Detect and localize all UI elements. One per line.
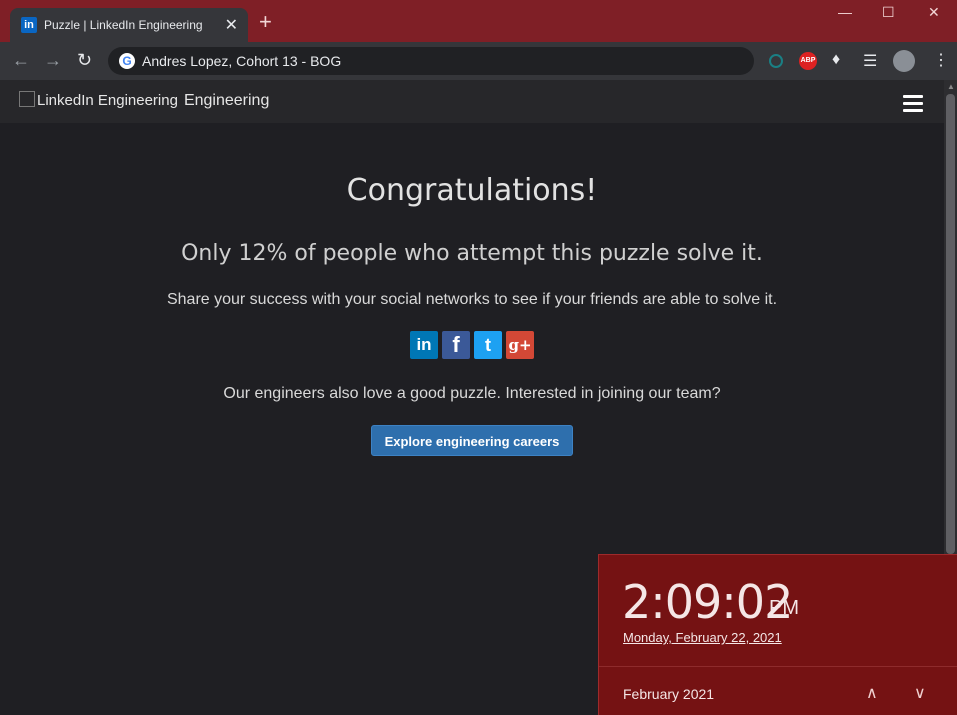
close-tab-icon[interactable]: ✕ <box>225 15 238 35</box>
maximize-icon[interactable]: ☐ <box>882 4 895 21</box>
browser-menu-icon[interactable]: ⋮ <box>933 50 949 70</box>
clock-ampm: PM <box>769 597 799 619</box>
google-plus-share-icon[interactable]: g+ <box>506 331 534 359</box>
calendar-month[interactable]: February 2021 <box>623 686 714 702</box>
browser-toolbar: ← → ↻ G Andres Lopez, Cohort 13 - BOG AB… <box>0 42 957 80</box>
clock-date-link[interactable]: Monday, February 22, 2021 <box>623 630 782 645</box>
media-queue-icon[interactable]: ☰ <box>863 51 877 71</box>
next-month-chevron-icon[interactable]: ∨ <box>914 683 926 703</box>
close-window-icon[interactable]: ✕ <box>928 4 940 21</box>
browser-titlebar: in Puzzle | LinkedIn Engineering ✕ + — ☐… <box>0 0 957 42</box>
clock-time: 2:09:02 <box>622 575 793 629</box>
back-icon[interactable]: ← <box>12 50 30 71</box>
hamburger-menu-icon[interactable] <box>903 95 923 116</box>
clock-divider <box>599 666 957 667</box>
tab-title: Puzzle | LinkedIn Engineering <box>44 18 203 32</box>
previous-month-chevron-icon[interactable]: ∧ <box>866 683 878 703</box>
twitter-share-icon[interactable]: t <box>474 331 502 359</box>
site-logo[interactable]: LinkedIn Engineering Engineering <box>19 91 269 110</box>
success-rate-subheading: Only 12% of people who attempt this puzz… <box>181 241 763 266</box>
extension-circle-icon[interactable] <box>769 54 783 68</box>
reload-icon[interactable]: ↻ <box>77 50 92 71</box>
google-icon: G <box>119 53 135 69</box>
congrats-heading: Congratulations! <box>346 173 598 208</box>
adblock-icon[interactable]: ABP <box>799 52 817 70</box>
share-text: Share your success with your social netw… <box>166 291 778 308</box>
address-bar[interactable]: G Andres Lopez, Cohort 13 - BOG <box>108 47 754 75</box>
scrollbar-thumb[interactable] <box>946 94 955 554</box>
linkedin-favicon-icon: in <box>21 17 37 33</box>
logo-word: Engineering <box>183 92 270 109</box>
extensions-puzzle-icon[interactable]: ♦ <box>832 51 840 69</box>
scroll-up-icon[interactable]: ▲ <box>947 82 955 91</box>
profile-avatar[interactable] <box>893 50 915 72</box>
facebook-share-icon[interactable]: f <box>442 331 470 359</box>
forward-icon[interactable]: → <box>44 50 62 71</box>
careers-text: Our engineers also love a good puzzle. I… <box>223 385 721 402</box>
new-tab-button[interactable]: + <box>259 11 272 33</box>
linkedin-share-icon[interactable]: in <box>410 331 438 359</box>
browser-tab[interactable]: in Puzzle | LinkedIn Engineering ✕ <box>10 8 248 42</box>
taskbar-clock-flyout: 2:09:02 PM Monday, February 22, 2021 Feb… <box>598 554 957 715</box>
minimize-icon[interactable]: — <box>838 4 852 20</box>
address-text: Andres Lopez, Cohort 13 - BOG <box>142 53 342 69</box>
explore-careers-button[interactable]: Explore engineering careers <box>371 425 573 456</box>
site-header: LinkedIn Engineering Engineering <box>0 80 944 123</box>
logo-alt-text: LinkedIn Engineering <box>19 91 178 109</box>
